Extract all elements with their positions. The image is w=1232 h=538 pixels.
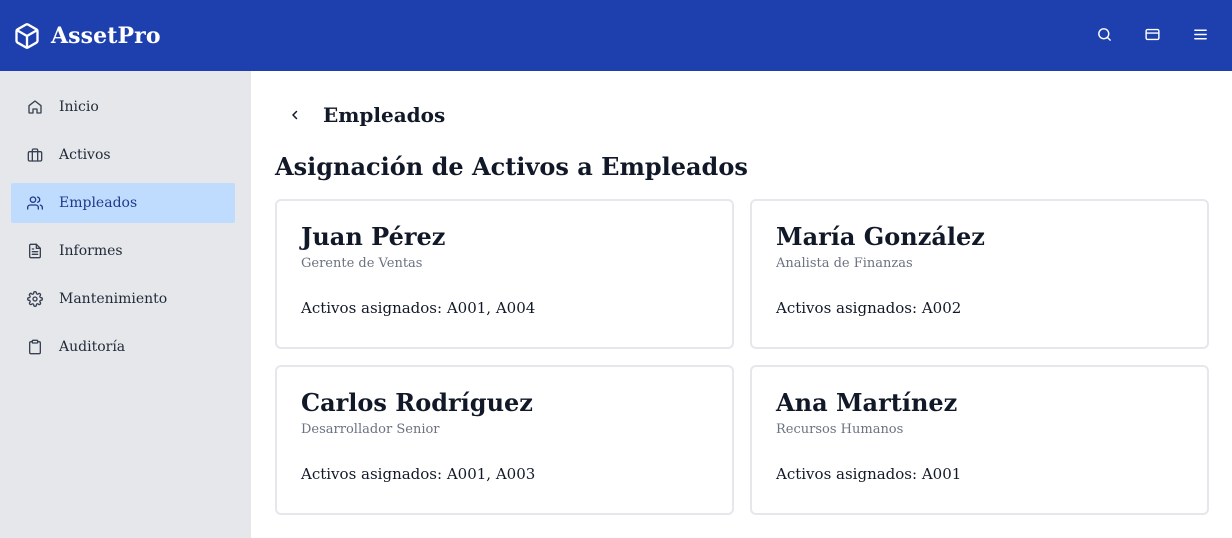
sidebar-item-auditoria[interactable]: Auditoría: [11, 327, 235, 367]
menu-icon: [1193, 29, 1207, 39]
page-title: Asignación de Activos a Empleados: [275, 152, 748, 181]
top-bar: AssetPro: [0, 0, 1232, 71]
sidebar: Inicio Activos Empleados Informes Manten…: [0, 71, 251, 538]
employee-card[interactable]: María González Analista de Finanzas Acti…: [750, 199, 1209, 349]
users-icon: [27, 196, 43, 210]
chevron-left-icon: [292, 110, 298, 120]
search-button[interactable]: [1094, 24, 1114, 44]
breadcrumb-title: Empleados: [323, 103, 446, 127]
sidebar-item-label: Informes: [59, 243, 123, 259]
clipboard-icon: [29, 339, 41, 355]
sidebar-item-informes[interactable]: Informes: [11, 231, 235, 271]
employee-role: Analista de Finanzas: [776, 256, 913, 271]
home-icon: [28, 100, 42, 114]
brand[interactable]: AssetPro: [13, 22, 161, 50]
back-button[interactable]: [286, 106, 304, 124]
sidebar-item-mantenimiento[interactable]: Mantenimiento: [11, 279, 235, 319]
menu-button[interactable]: [1190, 24, 1210, 44]
brand-name: AssetPro: [51, 22, 161, 49]
employee-name: Carlos Rodríguez: [301, 388, 533, 417]
employee-assets: Activos asignados: A001, A004: [301, 299, 536, 317]
employee-card[interactable]: Juan Pérez Gerente de Ventas Activos asi…: [275, 199, 734, 349]
gear-icon: [27, 291, 43, 307]
briefcase-icon: [27, 148, 43, 162]
main-content: Empleados Asignación de Activos a Emplea…: [251, 71, 1232, 538]
employee-name: Juan Pérez: [301, 222, 446, 251]
sidebar-item-label: Auditoría: [59, 339, 126, 355]
employee-assets: Activos asignados: A002: [776, 299, 962, 317]
sidebar-item-label: Inicio: [59, 99, 99, 115]
employee-assets: Activos asignados: A001, A003: [301, 465, 536, 483]
employee-role: Desarrollador Senior: [301, 422, 440, 437]
sidebar-item-label: Empleados: [59, 195, 138, 211]
cube-logo-icon: [15, 22, 39, 49]
credit-card-icon: [1144, 28, 1160, 40]
file-text-icon: [29, 243, 41, 259]
employee-name: María González: [776, 222, 985, 251]
header-actions: [1094, 24, 1210, 44]
employee-card[interactable]: Ana Martínez Recursos Humanos Activos as…: [750, 365, 1209, 515]
sidebar-item-inicio[interactable]: Inicio: [11, 87, 235, 127]
sidebar-item-activos[interactable]: Activos: [11, 135, 235, 175]
breadcrumb: Empleados: [286, 103, 445, 127]
employee-role: Recursos Humanos: [776, 422, 904, 437]
employee-role: Gerente de Ventas: [301, 256, 423, 271]
employee-card[interactable]: Carlos Rodríguez Desarrollador Senior Ac…: [275, 365, 734, 515]
search-icon: [1097, 27, 1111, 41]
card-button[interactable]: [1142, 24, 1162, 44]
employee-assets: Activos asignados: A001: [776, 465, 962, 483]
sidebar-item-label: Mantenimiento: [59, 291, 168, 307]
sidebar-item-empleados[interactable]: Empleados: [11, 183, 235, 223]
employee-name: Ana Martínez: [776, 388, 958, 417]
sidebar-item-label: Activos: [59, 147, 111, 163]
